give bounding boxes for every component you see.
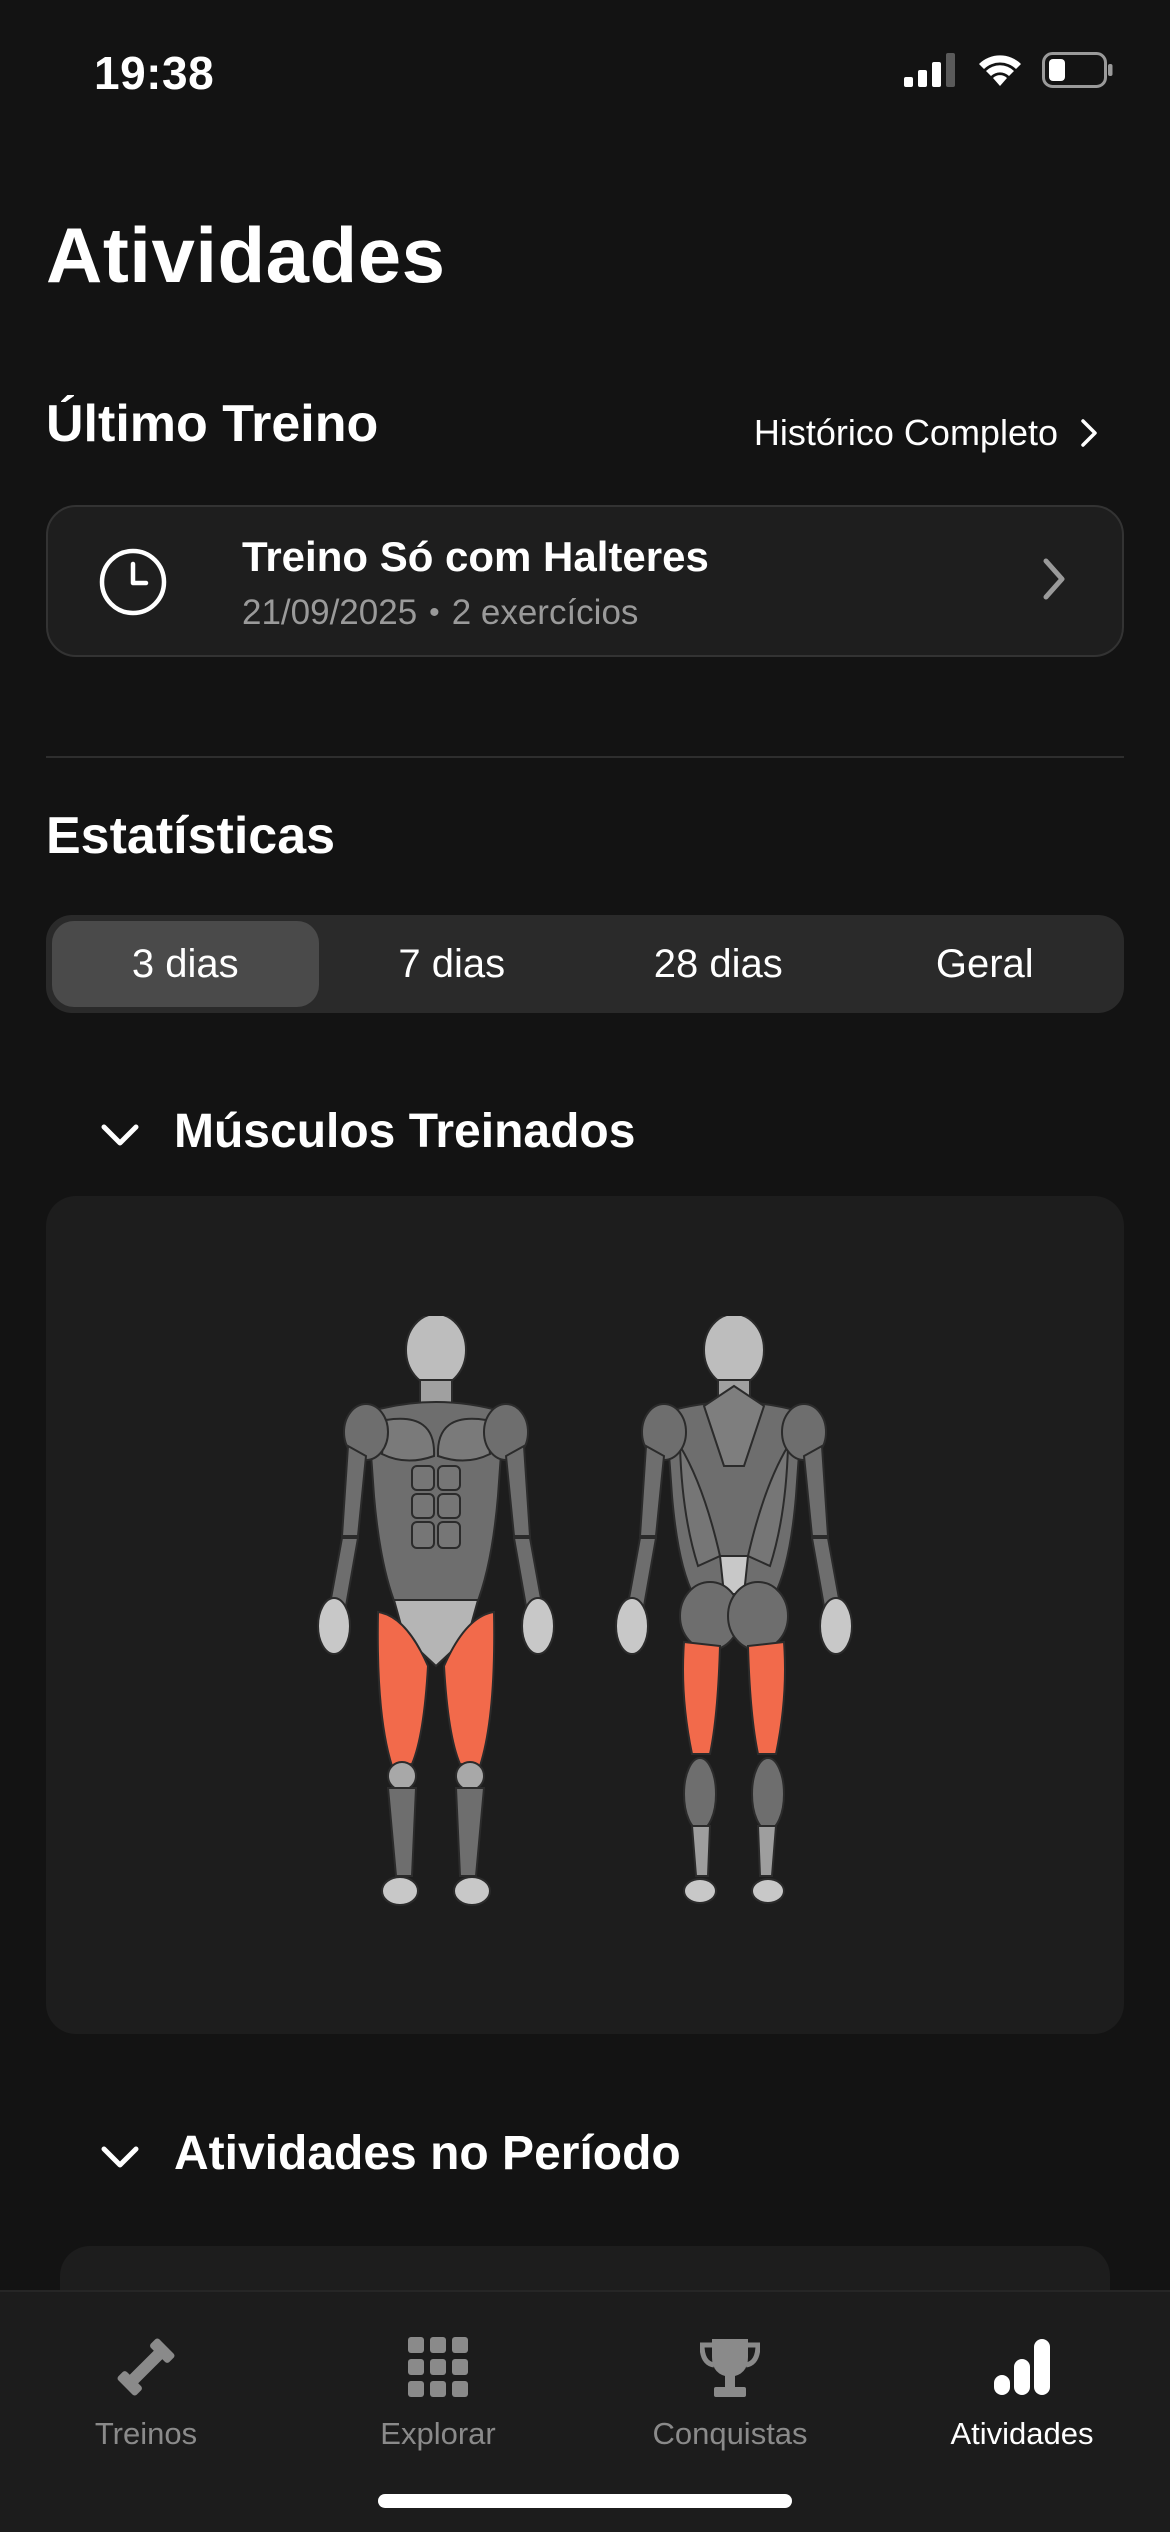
- section-divider: [46, 756, 1124, 758]
- meta-separator: •: [429, 596, 440, 629]
- full-history-label: Histórico Completo: [753, 412, 1058, 453]
- cellular-signal-icon: [904, 53, 958, 87]
- statistics-title: Estatísticas: [46, 807, 336, 865]
- bar-chart-icon: [992, 2332, 1052, 2402]
- tab-atividades-label: Atividades: [950, 2416, 1094, 2451]
- dumbbell-icon: [113, 2332, 179, 2402]
- segment-overall[interactable]: Geral: [852, 921, 1119, 1007]
- tab-conquistas-label: Conquistas: [652, 2416, 808, 2451]
- chevron-down-icon: [100, 2126, 140, 2181]
- wifi-icon: [976, 52, 1024, 88]
- status-bar: 19:38: [0, 0, 1170, 150]
- segment-7-days[interactable]: 7 dias: [319, 921, 586, 1007]
- chevron-down-icon: [100, 1104, 140, 1159]
- muscles-trained-title: Músculos Treinados: [174, 1105, 636, 1158]
- chevron-right-icon: [1080, 418, 1098, 448]
- tab-treinos[interactable]: Treinos: [0, 2332, 292, 2452]
- full-history-link[interactable]: Histórico Completo: [754, 412, 1098, 454]
- last-workout-exercises: 2 exercícios: [451, 593, 639, 632]
- period-activities-title: Atividades no Período: [174, 2127, 681, 2180]
- clock-icon: [98, 547, 168, 622]
- hamstrings-left: [682, 1640, 722, 1755]
- status-icons: [904, 52, 1114, 88]
- status-time: 19:38: [94, 47, 215, 99]
- tab-treinos-label: Treinos: [94, 2416, 198, 2451]
- grid-icon: [406, 2332, 470, 2402]
- period-segmented-control: 3 dias 7 dias 28 dias Geral: [46, 915, 1124, 1013]
- last-workout-name: Treino Só com Halteres: [242, 533, 709, 580]
- body-back-figure: [615, 1316, 853, 1904]
- tab-atividades[interactable]: Atividades: [876, 2332, 1168, 2452]
- page-title: Atividades: [46, 211, 446, 299]
- tab-explorar-label: Explorar: [380, 2416, 496, 2451]
- last-workout-date: 21/09/2025: [242, 593, 418, 632]
- muscles-trained-header[interactable]: Músculos Treinados: [100, 1104, 635, 1159]
- tab-explorar[interactable]: Explorar: [292, 2332, 584, 2452]
- period-activities-header[interactable]: Atividades no Período: [100, 2126, 681, 2181]
- last-workout-meta: 21/09/2025 • 2 exercícios: [242, 593, 638, 633]
- chevron-right-icon: [1042, 557, 1066, 606]
- hamstrings-right: [746, 1640, 786, 1755]
- last-workout-card[interactable]: Treino Só com Halteres 21/09/2025 • 2 ex…: [46, 505, 1124, 657]
- segment-3-days[interactable]: 3 dias: [52, 921, 319, 1007]
- last-workout-title: Último Treino: [46, 395, 379, 453]
- body-front-figure: [317, 1316, 555, 1906]
- tab-conquistas[interactable]: Conquistas: [584, 2332, 876, 2452]
- segment-28-days[interactable]: 28 dias: [585, 921, 852, 1007]
- home-indicator: [378, 2494, 792, 2508]
- trophy-icon: [700, 2332, 760, 2402]
- battery-icon: [1042, 52, 1114, 88]
- muscle-map-card: [46, 1196, 1124, 2034]
